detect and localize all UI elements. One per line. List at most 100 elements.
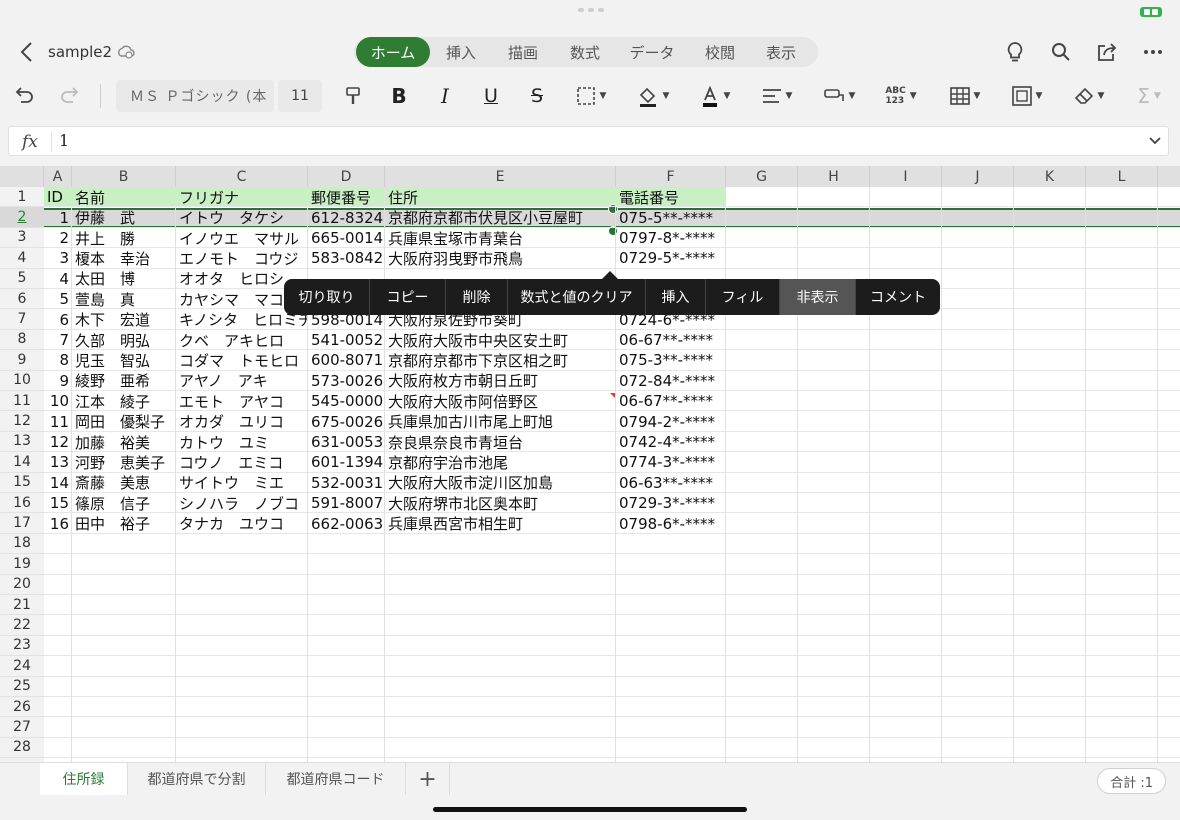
strikethrough-button[interactable]: S [524, 80, 550, 112]
row-header-4[interactable]: 4 [0, 248, 44, 269]
cell-b13[interactable]: 加藤 裕美 [72, 432, 176, 452]
font-size-select[interactable]: 11 [278, 80, 322, 112]
column-header-f[interactable]: F [616, 166, 726, 187]
menu-comment[interactable]: コメント [856, 279, 940, 315]
row-header-24[interactable]: 24 [0, 656, 44, 677]
cell-e14[interactable]: 京都府宇治市池尾 [385, 452, 616, 472]
column-header-l[interactable]: L [1086, 166, 1158, 187]
cell-b1[interactable]: 名前 [72, 187, 176, 207]
cell-c8[interactable]: クベ アキヒロ [176, 330, 308, 350]
column-header-g[interactable]: G [726, 166, 798, 187]
cell-a15[interactable]: 14 [44, 473, 72, 493]
cell-f10[interactable]: 072-84*-**** [616, 371, 726, 391]
cell-a1[interactable]: ID [44, 187, 72, 207]
underline-button[interactable]: U [478, 80, 504, 112]
row-header-15[interactable]: 15 [0, 473, 44, 493]
italic-button[interactable]: I [432, 80, 458, 112]
cell-f15[interactable]: 06-63**-**** [616, 473, 726, 493]
tab-home[interactable]: ホーム [356, 37, 430, 67]
cell-b10[interactable]: 綾野 亜希 [72, 371, 176, 391]
menu-delete[interactable]: 削除 [446, 279, 508, 315]
row-header-6[interactable]: 6 [0, 289, 44, 310]
share-icon[interactable] [1092, 37, 1122, 67]
row-header-2[interactable]: 2 [0, 207, 44, 228]
cells-format-button[interactable]: ▼ [1006, 80, 1048, 112]
column-header-h[interactable]: H [798, 166, 870, 187]
align-button[interactable]: ▼ [756, 80, 798, 112]
row-header-20[interactable]: 20 [0, 575, 44, 595]
cell-c9[interactable]: コダマ トモヒロ [176, 350, 308, 370]
cell-e1[interactable]: 住所 [385, 187, 616, 207]
clear-button[interactable]: ▼ [1068, 80, 1110, 112]
row-header-7[interactable]: 7 [0, 309, 44, 330]
row-header-17[interactable]: 17 [0, 513, 44, 534]
tab-draw[interactable]: 描画 [492, 37, 554, 67]
cell-d9[interactable]: 600-8071 [308, 350, 385, 370]
cell-a2[interactable]: 1 [44, 207, 72, 227]
row-header-18[interactable]: 18 [0, 534, 44, 555]
home-indicator[interactable] [433, 807, 747, 812]
cell-d3[interactable]: 665-0014 [308, 228, 385, 248]
wrap-text-button[interactable]: ▼ [818, 80, 860, 112]
document-title[interactable]: sample2 [48, 43, 112, 61]
row-header-27[interactable]: 27 [0, 717, 44, 738]
menu-cut[interactable]: 切り取り [284, 279, 370, 315]
row-header-19[interactable]: 19 [0, 554, 44, 575]
cell-b7[interactable]: 木下 宏道 [72, 309, 176, 329]
column-header-c[interactable]: C [176, 166, 308, 187]
cell-a10[interactable]: 9 [44, 371, 72, 391]
cell-f12[interactable]: 0794-2*-**** [616, 411, 726, 431]
cell-e2[interactable]: 京都府京都市伏見区小豆屋町 [385, 207, 616, 227]
row-header-21[interactable]: 21 [0, 595, 44, 616]
cell-e12[interactable]: 兵庫県加古川市尾上町旭 [385, 411, 616, 431]
row-header-14[interactable]: 14 [0, 452, 44, 473]
format-painter-button[interactable] [340, 80, 366, 112]
cell-c15[interactable]: サイトウ ミエ [176, 473, 308, 493]
cell-e10[interactable]: 大阪府枚方市朝日丘町 [385, 371, 616, 391]
formula-value[interactable]: 1 [59, 131, 69, 150]
formula-bar[interactable]: fx 1 [8, 126, 1169, 156]
row-header-8[interactable]: 8 [0, 330, 44, 351]
select-all-corner[interactable] [0, 166, 44, 187]
cell-d1[interactable]: 郵便番号 [308, 187, 385, 207]
cell-e8[interactable]: 大阪府大阪市中央区安土町 [385, 330, 616, 350]
cell-d12[interactable]: 675-0026 [308, 411, 385, 431]
cell-a12[interactable]: 11 [44, 411, 72, 431]
cell-f16[interactable]: 0729-3*-**** [616, 493, 726, 513]
row-header-28[interactable]: 28 [0, 738, 44, 759]
search-icon[interactable] [1046, 37, 1076, 67]
lightbulb-icon[interactable] [1000, 37, 1030, 67]
fx-icon[interactable]: fx [22, 132, 38, 152]
autosum-button[interactable]: Σ ▼ [1128, 80, 1170, 112]
row-header-22[interactable]: 22 [0, 615, 44, 636]
cell-e15[interactable]: 大阪府大阪市淀川区加島 [385, 473, 616, 493]
cell-b9[interactable]: 児玉 智弘 [72, 350, 176, 370]
column-header-b[interactable]: B [72, 166, 176, 187]
cell-b6[interactable]: 萱島 真 [72, 289, 176, 309]
back-button[interactable] [14, 39, 38, 65]
cell-f11[interactable]: 06-67**-**** [616, 391, 726, 411]
cell-d4[interactable]: 583-0842 [308, 248, 385, 268]
cell-f13[interactable]: 0742-4*-**** [616, 432, 726, 452]
column-header-i[interactable]: I [870, 166, 942, 187]
cell-b11[interactable]: 江本 綾子 [72, 391, 176, 411]
cell-e11[interactable]: 大阪府大阪市阿倍野区 [385, 391, 616, 411]
cell-a11[interactable]: 10 [44, 391, 72, 411]
cell-d8[interactable]: 541-0052 [308, 330, 385, 350]
cell-a16[interactable]: 15 [44, 493, 72, 513]
cell-a9[interactable]: 8 [44, 350, 72, 370]
tab-insert[interactable]: 挿入 [430, 37, 492, 67]
tab-formulas[interactable]: 数式 [554, 37, 616, 67]
row-header-10[interactable]: 10 [0, 371, 44, 391]
row-header-1[interactable]: 1 [0, 187, 44, 208]
cell-d14[interactable]: 601-1394 [308, 452, 385, 472]
spreadsheet-grid[interactable]: ABCDEFGHIJKL 1 2 3 4 5 6 7 8 9 10 11 12 13 14 15 16 17 18… [0, 166, 1180, 762]
cell-a3[interactable]: 2 [44, 228, 72, 248]
cell-f4[interactable]: 0729-5*-**** [616, 248, 726, 268]
cell-a13[interactable]: 12 [44, 432, 72, 452]
cell-f17[interactable]: 0798-6*-**** [616, 513, 726, 533]
row-header-11[interactable]: 11 [0, 391, 44, 412]
row-header-9[interactable]: 9 [0, 350, 44, 371]
cell-c14[interactable]: コウノ エミコ [176, 452, 308, 472]
font-name-select[interactable]: ＭＳ Ｐゴシック (本 [116, 80, 274, 112]
